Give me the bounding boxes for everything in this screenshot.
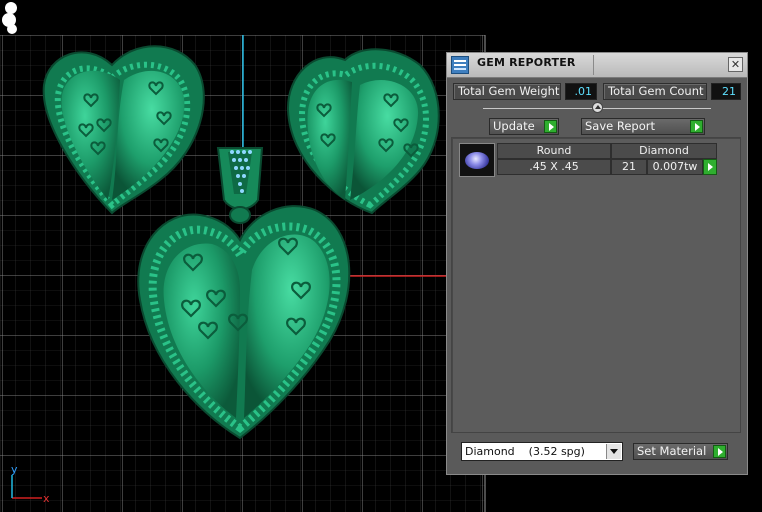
gem-material-cell: Diamond [611, 143, 717, 159]
round-gem-icon [465, 152, 489, 169]
x-axis-label: x [43, 492, 50, 505]
material-dropdown[interactable]: Diamond (3.52 spg) [461, 442, 623, 461]
gem-reporter-app-icon [451, 56, 469, 74]
slider-handle[interactable] [592, 102, 603, 113]
total-gem-weight-value: .01 [565, 83, 597, 100]
play-arrow-icon [690, 120, 703, 133]
panel-titlebar[interactable]: GEM REPORTER ✕ [447, 53, 747, 78]
gem-reporter-panel[interactable]: GEM REPORTER ✕ Total Gem Weight .01 Tota… [446, 52, 748, 475]
gem-count-cell: 21 [611, 159, 647, 175]
y-axis-label: y [11, 463, 18, 476]
set-material-button[interactable]: Set Material [633, 443, 728, 460]
titlebar-divider [593, 55, 594, 75]
save-report-button-label: Save Report [585, 119, 656, 133]
total-gem-weight-label: Total Gem Weight [453, 83, 561, 100]
panel-title: GEM REPORTER [477, 56, 576, 69]
gem-row-action-button[interactable] [703, 159, 717, 175]
close-button[interactable]: ✕ [728, 57, 743, 72]
play-arrow-icon [713, 445, 726, 458]
play-arrow-icon [544, 120, 557, 133]
corner-logo-icon [2, 2, 17, 34]
material-density: (3.52 spg) [528, 445, 585, 458]
gem-thumbnail[interactable] [459, 143, 495, 177]
chevron-down-icon[interactable] [606, 444, 621, 459]
update-button-label: Update [493, 119, 535, 133]
gem-weight-cell: 0.007tw [647, 159, 703, 175]
gem-shape-cell: Round [497, 143, 611, 159]
total-gem-count-value: 21 [711, 83, 741, 100]
gem-size-cell: .45 X .45 [497, 159, 611, 175]
set-material-button-label: Set Material [637, 444, 707, 458]
material-name: Diamond [465, 445, 515, 458]
total-gem-count-label: Total Gem Count [603, 83, 707, 100]
save-report-button[interactable]: Save Report [581, 118, 705, 135]
gem-report-list[interactable]: Round Diamond .45 X .45 21 0.007tw [451, 137, 741, 433]
update-button[interactable]: Update [489, 118, 559, 135]
